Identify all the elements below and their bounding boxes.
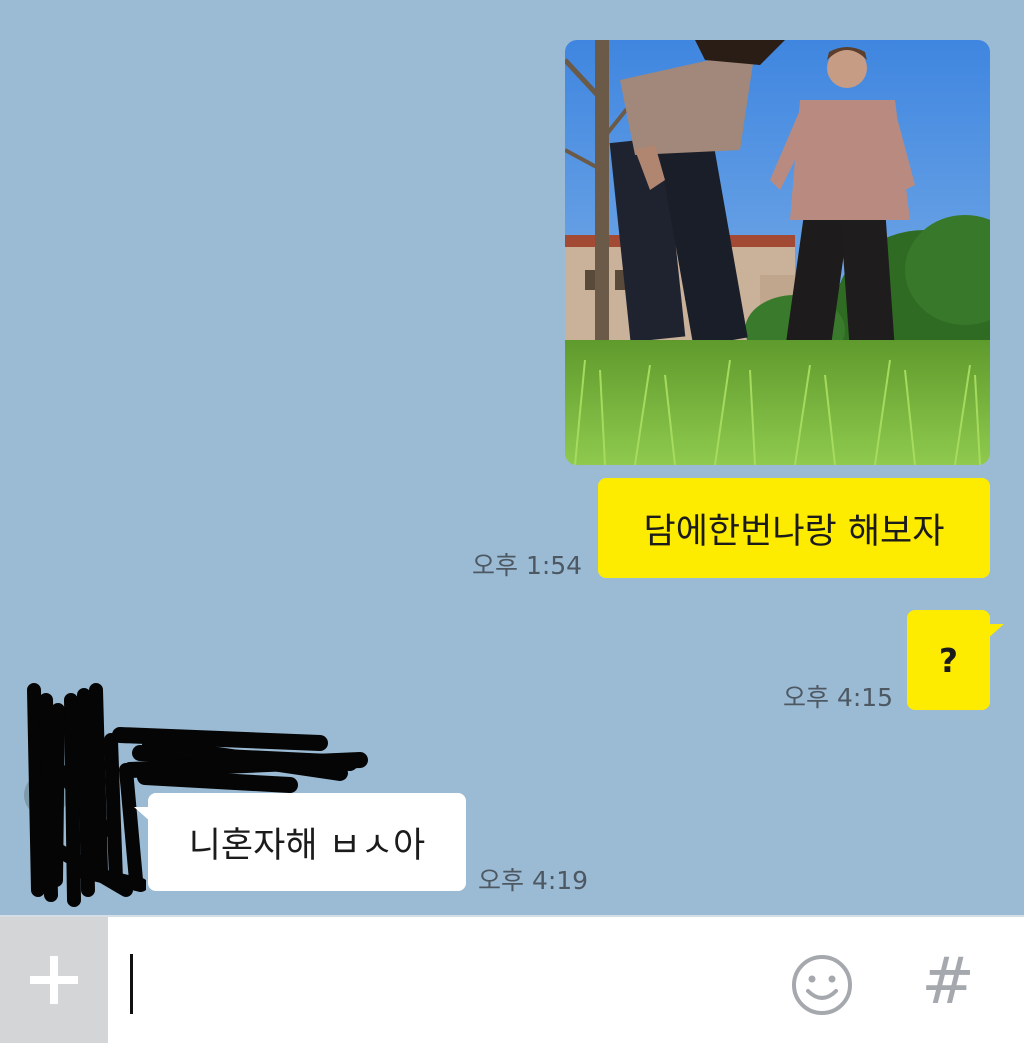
message-timestamp: 오후 1:54 bbox=[472, 551, 583, 580]
message-timestamp: 오후 4:19 bbox=[478, 866, 589, 895]
my-message-bubble[interactable]: ? bbox=[907, 610, 1004, 710]
message-timestamp: 오후 4:15 bbox=[783, 683, 894, 712]
message-text: ? bbox=[938, 640, 959, 680]
shared-photo bbox=[565, 40, 990, 465]
emoji-button[interactable] bbox=[790, 953, 854, 1017]
message-text: 담에한번나랑 해보자 bbox=[643, 511, 945, 552]
name-scribble-redaction bbox=[112, 727, 368, 793]
bubble-tail bbox=[986, 624, 1004, 640]
plus-icon bbox=[30, 956, 78, 1004]
chat-message-list[interactable]: 오후 1:54 담에한번나랑 해보자 오후 4:15 ? 니혼자해 ㅂㅅ아 오후… bbox=[0, 0, 1024, 915]
bubble-tail bbox=[134, 807, 152, 823]
message-input[interactable] bbox=[120, 937, 764, 1025]
attach-plus-button[interactable] bbox=[0, 917, 108, 1043]
my-message-bubble[interactable]: 담에한번나랑 해보자 bbox=[598, 478, 990, 578]
hashtag-search-button[interactable]: # bbox=[920, 945, 976, 1019]
text-caret bbox=[130, 954, 133, 1014]
message-text: 니혼자해 ㅂㅅ아 bbox=[188, 825, 426, 866]
their-message-bubble[interactable]: 니혼자해 ㅂㅅ아 bbox=[134, 793, 466, 891]
smiley-face-icon bbox=[792, 955, 852, 1015]
image-message[interactable] bbox=[565, 40, 990, 465]
message-input-bar: # bbox=[0, 915, 1024, 1043]
